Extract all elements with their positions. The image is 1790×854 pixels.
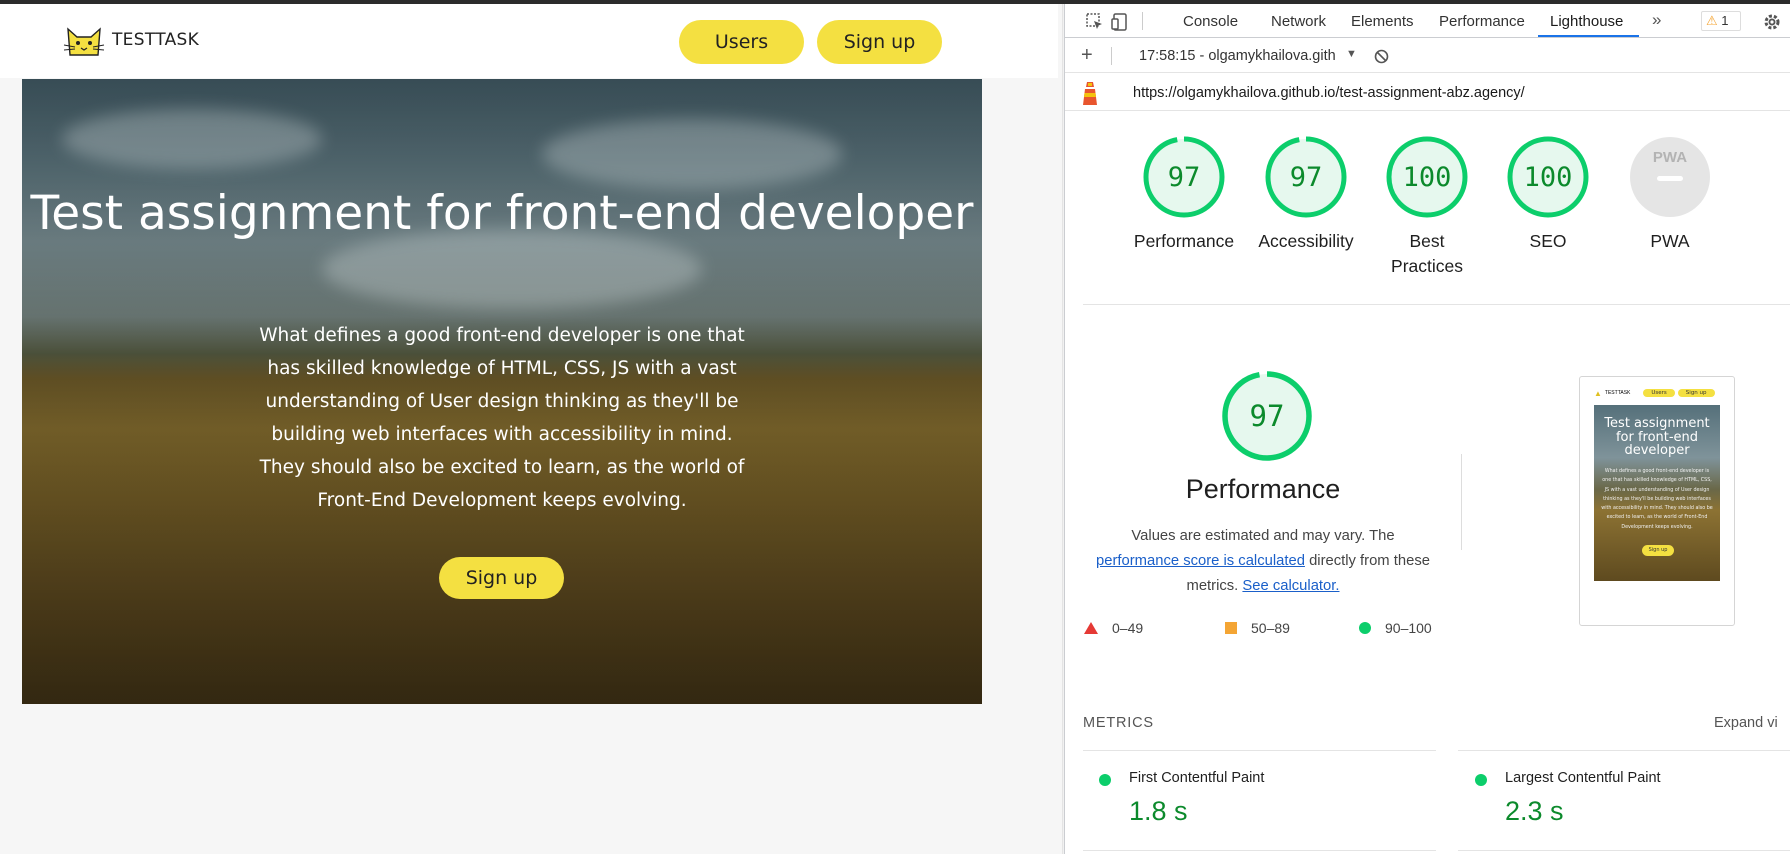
gauge-label: Best Practices — [1391, 231, 1463, 276]
gauge-score: 97 — [1168, 162, 1201, 193]
performance-gauge-large: 97 — [1222, 371, 1312, 461]
warnings-badge[interactable]: ⚠ 1 — [1701, 11, 1741, 31]
toolbar-divider — [1142, 12, 1143, 30]
device-toolbar-icon[interactable] — [1110, 12, 1130, 32]
legend-fail: 0–49 — [1084, 620, 1143, 636]
performance-score-large: 97 — [1250, 399, 1285, 433]
pass-circle-icon — [1099, 774, 1111, 786]
gauge-ring: 97 — [1143, 136, 1225, 218]
gauge-ring: 97 — [1265, 136, 1347, 218]
hero-cloud — [62, 109, 322, 169]
gauge-score: 97 — [1290, 162, 1323, 193]
site-logo[interactable]: TESTTASK — [62, 23, 199, 57]
thumb-hero-button: Sign up — [1642, 545, 1674, 556]
score-gauge-seo[interactable]: 100 SEO — [1483, 135, 1613, 254]
tab-lighthouse[interactable]: Lighthouse — [1550, 13, 1623, 30]
header-signup-button[interactable]: Sign up — [817, 20, 942, 64]
legend-label: 0–49 — [1112, 620, 1144, 636]
see-calculator-link[interactable]: See calculator. — [1242, 578, 1339, 594]
average-square-icon — [1225, 622, 1237, 634]
desc-text: Values are estimated and may vary. The — [1131, 528, 1395, 544]
thumb-signup-button: Sign up — [1677, 389, 1715, 397]
devtools-panel: Console Network Elements Performance Lig… — [1064, 4, 1790, 854]
performance-description: Values are estimated and may vary. The p… — [1085, 524, 1441, 599]
inspect-element-icon[interactable] — [1085, 12, 1105, 32]
pass-circle-icon — [1475, 774, 1487, 786]
hero-cloud — [322, 229, 702, 309]
metric-name: Largest Contentful Paint — [1505, 770, 1661, 786]
settings-gear-icon[interactable] — [1762, 12, 1782, 32]
hero-description: What defines a good front-end developer … — [259, 325, 745, 511]
thumb-users-button: Users — [1643, 389, 1675, 397]
new-report-icon[interactable]: + — [1081, 44, 1093, 67]
report-url[interactable]: https://olgamykhailova.github.io/test-as… — [1133, 85, 1525, 101]
more-tabs-icon[interactable]: » — [1652, 10, 1661, 30]
thumb-logo-text: TESTTASK — [1604, 390, 1631, 396]
thumb-header: ▲ TESTTASK Users Sign up — [1594, 387, 1722, 399]
clear-reports-icon[interactable] — [1374, 49, 1389, 64]
metric-value: 1.8 s — [1129, 796, 1188, 826]
report-url-bar: https://olgamykhailova.github.io/test-as… — [1065, 74, 1790, 111]
thumb-hero: Test assignment for front-end developer … — [1594, 405, 1720, 581]
gauge-label: SEO — [1529, 231, 1567, 251]
toolbar-divider — [1111, 47, 1112, 65]
score-calculated-link[interactable]: performance score is calculated — [1096, 553, 1305, 569]
score-gauge-best-practices[interactable]: 100 Best Practices — [1362, 135, 1492, 279]
metric-divider — [1458, 750, 1790, 751]
fail-triangle-icon — [1084, 622, 1098, 634]
lighthouse-toolbar: + 17:58:15 - olgamykhailova.gith ▼ — [1065, 39, 1790, 73]
expand-view-toggle[interactable]: Expand vi — [1714, 715, 1778, 731]
warning-count: 1 — [1721, 13, 1729, 28]
gauge-label: PWA — [1650, 231, 1690, 251]
gauge-score: 100 — [1403, 162, 1452, 193]
thumb-cat-icon: ▲ — [1594, 388, 1602, 398]
vertical-divider — [1461, 454, 1462, 550]
score-gauge-pwa[interactable]: PWA PWA — [1605, 135, 1735, 254]
users-button[interactable]: Users — [679, 20, 804, 64]
legend-pass: 90–100 — [1359, 620, 1432, 636]
tab-performance[interactable]: Performance — [1439, 13, 1525, 30]
metric-divider — [1083, 750, 1436, 751]
lighthouse-logo-icon — [1083, 82, 1097, 105]
pwa-badge-text: PWA — [1653, 149, 1687, 166]
pass-circle-icon — [1359, 622, 1371, 634]
final-screenshot-thumbnail[interactable]: ▲ TESTTASK Users Sign up Test assignment… — [1579, 376, 1735, 626]
hero-cloud — [542, 119, 842, 189]
gauge-score: 100 — [1524, 162, 1573, 193]
report-selector[interactable]: 17:58:15 - olgamykhailova.gith — [1139, 48, 1336, 64]
legend-label: 90–100 — [1385, 620, 1432, 636]
legend-average: 50–89 — [1225, 620, 1290, 636]
tab-elements[interactable]: Elements — [1351, 13, 1414, 30]
metric-divider — [1458, 850, 1790, 851]
metric-value: 2.3 s — [1505, 796, 1564, 826]
site-header: TESTTASK Users Sign up — [0, 4, 1058, 78]
hero-signup-button[interactable]: Sign up — [439, 557, 564, 599]
metrics-heading: METRICS — [1083, 715, 1154, 731]
site-logo-text: TESTTASK — [112, 30, 200, 50]
thumb-body: What defines a good front-end developer … — [1601, 469, 1713, 530]
cat-logo-icon — [63, 27, 105, 56]
score-gauge-accessibility[interactable]: 97 Accessibility — [1241, 135, 1371, 254]
tab-console[interactable]: Console — [1183, 13, 1238, 30]
page-viewport: TESTTASK Users Sign up Test assignment f… — [0, 4, 1058, 854]
gauge-label: Accessibility — [1258, 231, 1354, 251]
thumb-title: Test assignment for front-end developer — [1604, 416, 1710, 458]
hero-banner: Test assignment for front-end developer … — [22, 79, 982, 704]
metric-name: First Contentful Paint — [1129, 770, 1265, 786]
pwa-badge-icon: PWA — [1630, 137, 1710, 217]
active-tab-indicator — [1538, 35, 1639, 37]
warning-icon: ⚠ — [1706, 13, 1718, 28]
report-selector-chevron-icon[interactable]: ▼ — [1346, 48, 1357, 60]
gauge-ring: 100 — [1386, 136, 1468, 218]
legend-label: 50–89 — [1251, 620, 1290, 636]
score-gauge-performance[interactable]: 97 Performance — [1119, 135, 1249, 254]
hero-title: Test assignment for front-end developer — [30, 186, 974, 241]
section-divider — [1083, 304, 1790, 305]
gauge-ring: 100 — [1507, 136, 1589, 218]
gauge-label: Performance — [1133, 231, 1235, 251]
performance-title: Performance — [1185, 474, 1341, 504]
devtools-tab-bar: Console Network Elements Performance Lig… — [1065, 4, 1790, 38]
metric-divider — [1083, 850, 1436, 851]
tab-network[interactable]: Network — [1271, 13, 1326, 30]
